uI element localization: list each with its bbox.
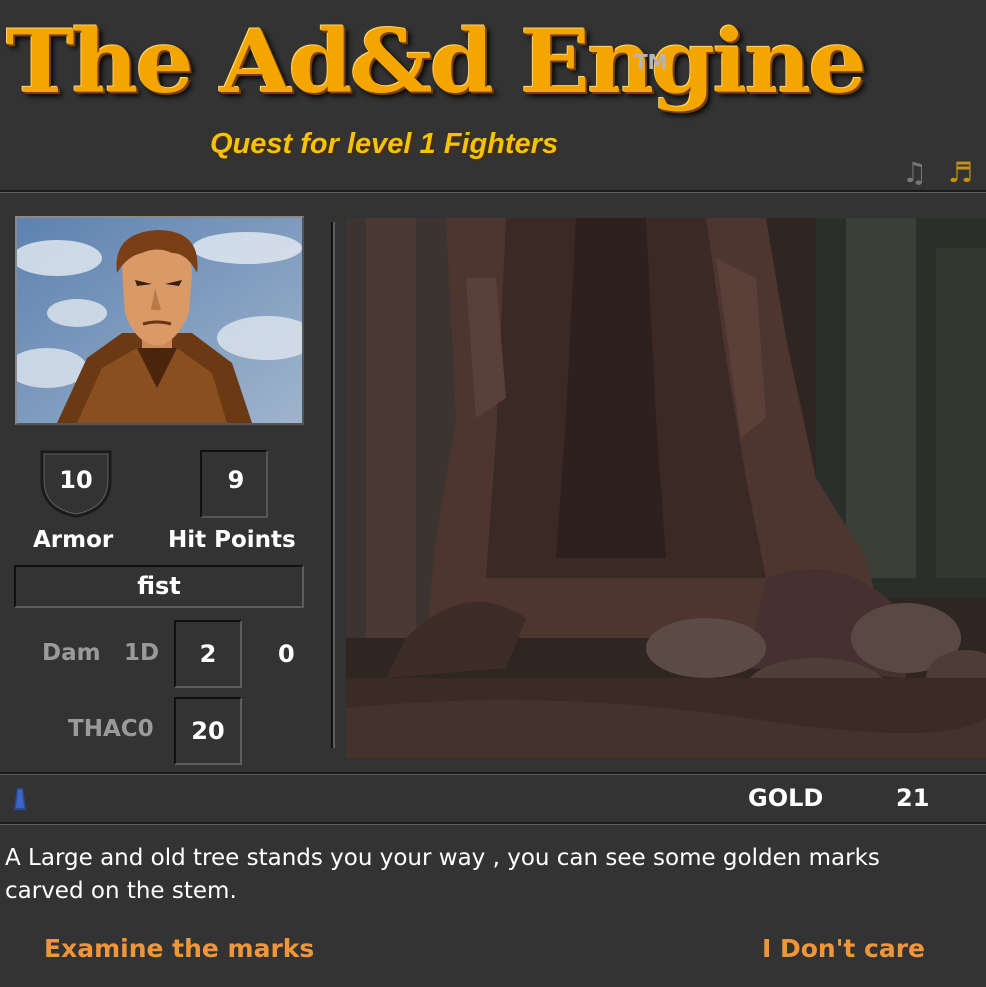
choice-dont-care[interactable]: I Don't care <box>762 934 925 963</box>
header-divider <box>0 190 986 193</box>
hit-points-label: Hit Points <box>168 527 296 553</box>
status-divider-bottom <box>0 822 986 825</box>
thaco-value-box: 20 <box>174 697 242 765</box>
gold-value: 21 <box>896 784 930 812</box>
armor-label: Armor <box>33 527 114 553</box>
choice-examine-marks[interactable]: Examine the marks <box>44 934 314 963</box>
trademark-mark: TM <box>634 50 668 74</box>
damage-label: Dam <box>42 640 101 666</box>
music-off-icon[interactable]: ♫ <box>902 158 927 188</box>
character-portrait <box>15 216 304 425</box>
hit-points-value: 9 <box>227 466 245 494</box>
fighter-portrait-image <box>17 218 302 423</box>
damage-bonus-value: 0 <box>278 640 295 668</box>
old-tree-scene-image <box>346 218 986 758</box>
scene-view <box>346 218 986 758</box>
status-divider-top <box>0 772 986 775</box>
weapon-field: fist <box>14 565 304 608</box>
damage-value-box: 2 <box>174 620 242 688</box>
damage-die-label: 1D <box>124 640 160 666</box>
game-subtitle: Quest for level 1 Fighters <box>210 128 559 160</box>
player-marker-icon <box>14 788 26 810</box>
panel-divider <box>331 222 335 748</box>
gold-label: GOLD <box>748 784 824 812</box>
game-logo-title: The Ad&d Engine <box>6 10 867 114</box>
music-on-icon[interactable]: ♬ <box>948 158 973 188</box>
armor-value: 10 <box>59 466 93 494</box>
thaco-label: THAC0 <box>68 716 154 742</box>
story-text: A Large and old tree stands you your way… <box>5 845 880 904</box>
